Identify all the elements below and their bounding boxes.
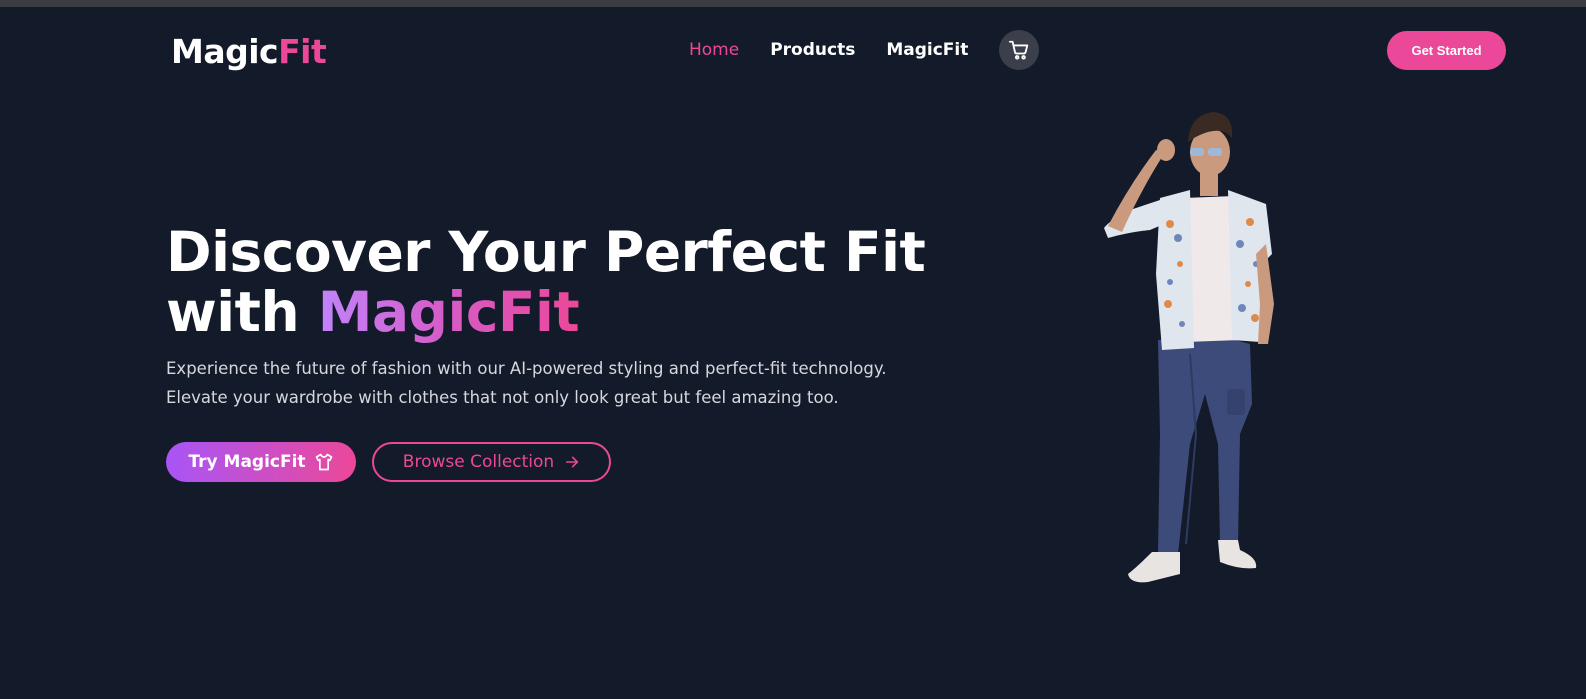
logo-accent: Fit	[278, 32, 327, 71]
try-magicfit-button[interactable]: Try MagicFit	[166, 442, 356, 482]
hero-model-image	[1104, 112, 1274, 583]
hero-title-brand: MagicFit	[317, 280, 580, 344]
hero-description: Experience the future of fashion with ou…	[166, 354, 906, 412]
cart-button[interactable]	[999, 30, 1040, 70]
arrow-right-icon	[566, 456, 579, 468]
tshirt-icon	[315, 453, 332, 471]
get-started-button[interactable]: Get Started	[1387, 31, 1506, 70]
logo[interactable]: MagicFit	[171, 32, 327, 72]
browser-top-strip	[0, 0, 1586, 7]
nav-link-home[interactable]: Home	[689, 30, 739, 70]
try-magicfit-label: Try MagicFit	[188, 452, 306, 472]
browse-collection-button[interactable]: Browse Collection	[372, 442, 611, 482]
nav-link-magicfit[interactable]: MagicFit	[886, 30, 968, 70]
logo-main: Magic	[171, 32, 279, 71]
hero-description-line1: Experience the future of fashion with ou…	[166, 359, 887, 378]
hero-title-prefix: with	[166, 280, 318, 344]
hero-title-line1: Discover Your Perfect Fit	[166, 220, 926, 284]
shopping-cart-icon	[1009, 40, 1029, 60]
hero-description-line2: Elevate your wardrobe with clothes that …	[166, 388, 839, 407]
browse-collection-label: Browse Collection	[402, 452, 555, 472]
main-nav: Home Products MagicFit	[689, 30, 1040, 70]
hero-title: Discover Your Perfect Fit with MagicFit	[166, 222, 966, 342]
nav-link-products[interactable]: Products	[770, 30, 855, 70]
